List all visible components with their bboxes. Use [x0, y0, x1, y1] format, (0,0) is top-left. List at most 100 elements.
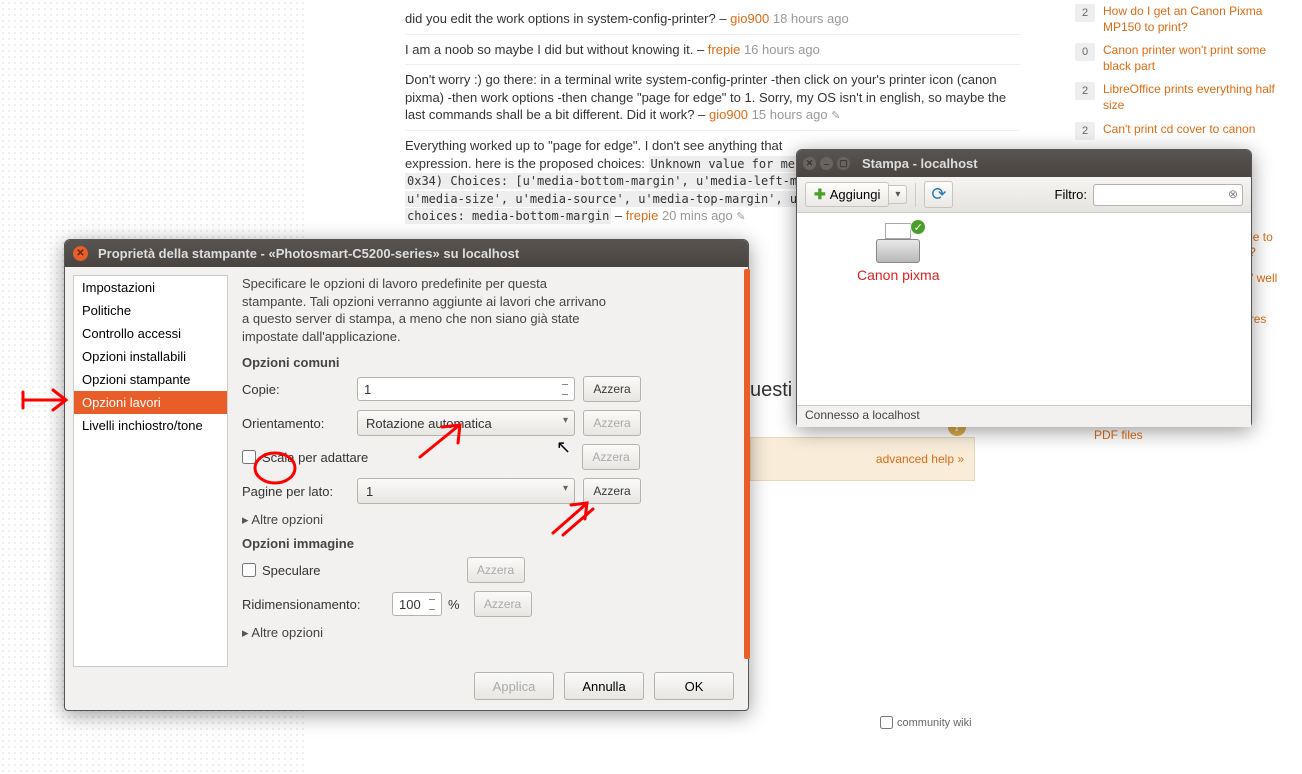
- score-badge: 0: [1075, 43, 1095, 61]
- partial-heading: uesti: [750, 379, 792, 402]
- scale-label: Scala per adattare: [262, 450, 368, 465]
- linked-question[interactable]: 0 Canon printer won't print some black p…: [1075, 43, 1280, 74]
- settings-nav: Impostazioni Politiche Controllo accessi…: [73, 275, 228, 667]
- resize-spinner[interactable]: 100: [392, 592, 442, 616]
- comment: I am a noob so maybe I did but without k…: [405, 34, 1020, 65]
- section-image-options: Opzioni immagine: [242, 536, 736, 551]
- more-options-expander[interactable]: Altre opzioni: [242, 512, 736, 528]
- comment-text: did you edit the work options in system-…: [405, 11, 727, 26]
- nav-item-opzioni-lavori[interactable]: Opzioni lavori: [74, 391, 227, 414]
- linked-question-link[interactable]: Canon printer won't print some black par…: [1103, 43, 1280, 74]
- scale-row: Scala per adattare Azzera: [242, 444, 736, 470]
- add-printer-button[interactable]: ✚ Aggiungi: [805, 182, 889, 207]
- scrollbar[interactable]: [744, 269, 750, 659]
- community-wiki-checkbox[interactable]: [880, 716, 893, 729]
- scale-reset-button: Azzera: [582, 444, 640, 470]
- comment-user[interactable]: gio900: [709, 107, 748, 122]
- printer-name: Canon pixma: [857, 267, 940, 283]
- clear-icon[interactable]: ⊗: [1228, 187, 1238, 201]
- printer-icon: ✓: [874, 223, 922, 263]
- comment-text: Everything worked up to "page for edge".…: [405, 138, 782, 153]
- score-badge: 2: [1075, 82, 1095, 100]
- comment-text: I am a noob so maybe I did but without k…: [405, 42, 704, 57]
- printer-item[interactable]: ✓ Canon pixma: [857, 223, 940, 283]
- dialog-title: Proprietà della stampante - «Photosmart-…: [98, 246, 519, 261]
- community-wiki-checkbox-row[interactable]: community wiki: [880, 716, 972, 729]
- apply-button: Applica: [474, 672, 554, 700]
- settings-description: Specificare le opzioni di lavoro predefi…: [242, 275, 612, 345]
- copies-reset-button[interactable]: Azzera: [583, 376, 641, 402]
- filter-input[interactable]: [1093, 184, 1243, 206]
- more-options-expander-2[interactable]: Altre opzioni: [242, 625, 736, 641]
- resize-row: Ridimensionamento: 100 % Azzera: [242, 591, 736, 617]
- dialog-titlebar[interactable]: ✕ Proprietà della stampante - «Photosmar…: [65, 240, 748, 267]
- pages-per-side-value: 1: [366, 484, 373, 499]
- pages-per-side-combo[interactable]: 1: [357, 478, 575, 504]
- copies-label: Copie:: [242, 382, 357, 397]
- orientation-combo[interactable]: Rotazione automatica: [357, 410, 575, 436]
- cancel-button[interactable]: Annulla: [564, 672, 644, 700]
- linked-question-link[interactable]: Can't print cd cover to canon: [1103, 122, 1255, 140]
- orientation-reset-button: Azzera: [583, 410, 641, 436]
- maximize-icon[interactable]: ▢: [837, 157, 850, 170]
- orientation-label: Orientamento:: [242, 416, 357, 431]
- comment-trail: –: [615, 208, 622, 223]
- comment: did you edit the work options in system-…: [405, 4, 1020, 34]
- default-check-icon: ✓: [910, 219, 926, 235]
- nav-item-opzioni-installabili[interactable]: Opzioni installabili: [74, 345, 227, 368]
- copies-spinner[interactable]: 1: [357, 377, 575, 401]
- refresh-button[interactable]: ⟳: [924, 181, 953, 208]
- score-badge: 2: [1075, 122, 1095, 140]
- orientation-row: Orientamento: Rotazione automatica Azzer…: [242, 410, 736, 436]
- comment-user[interactable]: frepie: [708, 42, 741, 57]
- status-bar: Connesso a localhost: [797, 405, 1251, 427]
- minimize-icon[interactable]: –: [820, 157, 833, 170]
- comment-user[interactable]: frepie: [626, 208, 659, 223]
- close-icon[interactable]: ✕: [73, 246, 88, 261]
- community-wiki-label: community wiki: [897, 717, 972, 729]
- linked-question-link[interactable]: How do I get an Canon Pixma MP150 to pri…: [1103, 4, 1280, 35]
- resize-value: 100: [399, 597, 421, 612]
- comment: Don't worry :) go there: in a terminal w…: [405, 64, 1020, 130]
- pdf-files-link[interactable]: PDF files: [1094, 428, 1143, 442]
- window-titlebar[interactable]: ✕ – ▢ Stampa - localhost: [797, 150, 1251, 177]
- editor-help-band: ? advanced help »: [750, 437, 975, 481]
- linked-question-link[interactable]: LibreOffice prints everything half size: [1103, 82, 1280, 113]
- nav-item-opzioni-stampante[interactable]: Opzioni stampante: [74, 368, 227, 391]
- percent-label: %: [448, 597, 460, 612]
- printers-area[interactable]: ✓ Canon pixma: [797, 213, 1251, 405]
- resize-label: Ridimensionamento:: [242, 597, 392, 612]
- resize-reset-button: Azzera: [474, 591, 532, 617]
- scale-checkbox[interactable]: [242, 450, 256, 464]
- edit-icon[interactable]: ✎: [831, 110, 840, 122]
- nav-item-politiche[interactable]: Politiche: [74, 299, 227, 322]
- comment-code: choices: media-bottom-margin: [405, 208, 611, 224]
- add-dropdown-button[interactable]: ▾: [889, 185, 907, 204]
- nav-item-impostazioni[interactable]: Impostazioni: [74, 276, 227, 299]
- linked-question[interactable]: 2 Can't print cd cover to canon: [1075, 122, 1280, 140]
- comment-code: Unknown value for me: [649, 156, 798, 172]
- copies-row: Copie: 1 Azzera: [242, 376, 736, 402]
- edit-icon[interactable]: ✎: [736, 211, 745, 223]
- dialog-footer: Applica Annulla OK: [474, 672, 734, 700]
- mirror-label: Speculare: [262, 563, 321, 578]
- plus-icon: ✚: [814, 186, 826, 203]
- printers-window: ✕ – ▢ Stampa - localhost ✚ Aggiungi ▾ ⟳ …: [796, 149, 1252, 427]
- score-badge: 2: [1075, 4, 1095, 22]
- advanced-help-link[interactable]: advanced help »: [876, 452, 964, 466]
- mirror-checkbox[interactable]: [242, 563, 256, 577]
- comment-code: u'media-size', u'media-source', u'media-…: [405, 191, 814, 207]
- pages-per-side-reset-button[interactable]: Azzera: [583, 478, 641, 504]
- filter-label: Filtro:: [1055, 187, 1088, 202]
- close-icon[interactable]: ✕: [803, 157, 816, 170]
- mirror-reset-button: Azzera: [467, 557, 525, 583]
- nav-item-controllo-accessi[interactable]: Controllo accessi: [74, 322, 227, 345]
- linked-question[interactable]: 2 LibreOffice prints everything half siz…: [1075, 82, 1280, 113]
- add-label: Aggiungi: [830, 187, 881, 202]
- comment-user[interactable]: gio900: [730, 11, 769, 26]
- ok-button[interactable]: OK: [654, 672, 734, 700]
- comment-time: 15 hours ago: [752, 107, 828, 122]
- linked-question[interactable]: 2 How do I get an Canon Pixma MP150 to p…: [1075, 4, 1280, 35]
- pages-per-side-row: Pagine per lato: 1 Azzera: [242, 478, 736, 504]
- nav-item-livelli-inchiostro[interactable]: Livelli inchiostro/tone: [74, 414, 227, 437]
